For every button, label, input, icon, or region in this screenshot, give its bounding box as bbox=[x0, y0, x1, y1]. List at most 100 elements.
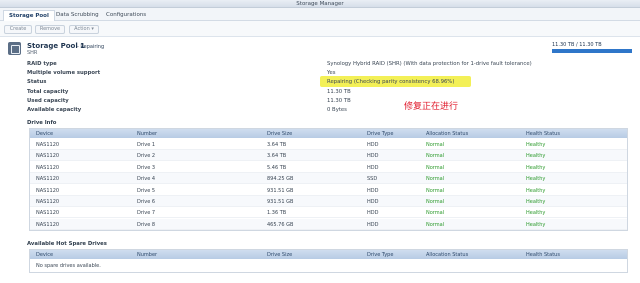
col-device[interactable]: Device bbox=[36, 252, 53, 258]
col-device[interactable]: Device bbox=[36, 131, 53, 137]
cell-device: NAS1120 bbox=[36, 221, 60, 228]
total-capacity-label: Total capacity bbox=[27, 89, 69, 95]
available-capacity-label: Available capacity bbox=[27, 107, 82, 113]
multi-volume-value: Yes bbox=[327, 70, 336, 76]
available-capacity-value: 0 Bytes bbox=[327, 107, 347, 113]
status-value: Repairing (Checking parity consistency 6… bbox=[327, 79, 455, 85]
cell-device: NAS1120 bbox=[36, 142, 60, 148]
cell-device: NAS1120 bbox=[36, 164, 60, 171]
col-drive-type[interactable]: Drive Type bbox=[367, 252, 393, 258]
table-row[interactable]: NAS1120 Drive 5 931.51 GB HDD Normal Healthy bbox=[30, 185, 627, 196]
cell-allocation-status: Normal bbox=[426, 187, 445, 194]
action-label: Action bbox=[74, 26, 90, 32]
tab-data-scrubbing[interactable]: Data Scrubbing bbox=[51, 10, 104, 21]
cell-drive-type: HDD bbox=[367, 142, 379, 148]
cell-drive-size: 5.46 TB bbox=[267, 164, 287, 171]
chevron-down-icon: ▾ bbox=[91, 26, 94, 32]
repair-in-progress-annotation: 修复正在进行 bbox=[404, 102, 459, 112]
cell-drive-type: HDD bbox=[367, 210, 379, 217]
cell-number: Drive 2 bbox=[137, 153, 156, 160]
hot-spare-table: Device Number Drive Size Drive Type Allo… bbox=[29, 249, 628, 273]
storage-pool-icon bbox=[8, 42, 21, 55]
col-number[interactable]: Number bbox=[137, 131, 157, 137]
col-drive-size[interactable]: Drive Size bbox=[267, 131, 292, 137]
col-allocation-status[interactable]: Allocation Status bbox=[426, 131, 468, 137]
cell-allocation-status: Normal bbox=[426, 199, 445, 205]
col-allocation-status[interactable]: Allocation Status bbox=[426, 252, 468, 258]
cell-number: Drive 4 bbox=[137, 176, 156, 183]
cell-allocation-status: Normal bbox=[426, 176, 445, 183]
table-row[interactable]: NAS1120 Drive 4 894.25 GB SSD Normal Healthy bbox=[30, 173, 627, 185]
cell-device: NAS1120 bbox=[36, 199, 60, 205]
pool-status: - Repairing bbox=[77, 44, 105, 50]
remove-button[interactable]: Remove bbox=[35, 25, 65, 34]
total-capacity-value: 11.30 TB bbox=[327, 89, 351, 95]
table-row[interactable]: NAS1120 Drive 6 931.51 GB HDD Normal Healthy bbox=[30, 196, 627, 207]
cell-drive-size: 931.51 GB bbox=[267, 187, 294, 194]
cell-health-status: Healthy bbox=[526, 164, 546, 171]
cell-health-status: Healthy bbox=[526, 153, 546, 160]
table-row[interactable]: NAS1120 Drive 2 3.64 TB HDD Normal Healthy bbox=[30, 150, 627, 162]
cell-drive-size: 931.51 GB bbox=[267, 199, 294, 205]
action-button[interactable]: Action ▾ bbox=[69, 25, 99, 34]
cell-number: Drive 5 bbox=[137, 187, 156, 194]
cell-allocation-status: Normal bbox=[426, 210, 445, 217]
cell-device: NAS1120 bbox=[36, 210, 60, 217]
tab-configurations[interactable]: Configurations bbox=[101, 10, 151, 21]
cell-drive-size: 1.36 TB bbox=[267, 210, 287, 217]
cell-device: NAS1120 bbox=[36, 153, 60, 160]
cell-drive-size: 894.25 GB bbox=[267, 176, 294, 183]
cell-health-status: Healthy bbox=[526, 210, 546, 217]
capacity-bar bbox=[552, 49, 632, 53]
multi-volume-label: Multiple volume support bbox=[27, 70, 101, 76]
drive-info-header: Device Number Drive Size Drive Type Allo… bbox=[30, 129, 627, 138]
status-label: Status bbox=[27, 79, 47, 85]
create-button[interactable]: Create bbox=[4, 25, 32, 34]
hot-spare-title: Available Hot Spare Drives bbox=[27, 241, 107, 247]
col-number[interactable]: Number bbox=[137, 252, 157, 258]
cell-number: Drive 3 bbox=[137, 164, 156, 171]
cell-health-status: Healthy bbox=[526, 199, 546, 205]
col-drive-type[interactable]: Drive Type bbox=[367, 131, 393, 137]
cell-number: Drive 8 bbox=[137, 221, 156, 228]
cell-drive-type: HDD bbox=[367, 187, 379, 194]
hot-spare-header: Device Number Drive Size Drive Type Allo… bbox=[30, 250, 627, 259]
cell-health-status: Healthy bbox=[526, 176, 546, 183]
tab-bar: Storage Pool Data Scrubbing Configuratio… bbox=[0, 8, 640, 21]
hot-spare-empty-text: No spare drives available. bbox=[36, 263, 101, 269]
cell-device: NAS1120 bbox=[36, 187, 60, 194]
cell-health-status: Healthy bbox=[526, 221, 546, 228]
pool-raid-short: SHR bbox=[27, 50, 38, 56]
cell-number: Drive 1 bbox=[137, 142, 156, 148]
drive-info-title: Drive Info bbox=[27, 120, 57, 126]
cell-drive-type: SSD bbox=[367, 176, 378, 183]
cell-health-status: Healthy bbox=[526, 187, 546, 194]
used-capacity-label: Used capacity bbox=[27, 98, 69, 104]
cell-allocation-status: Normal bbox=[426, 142, 445, 148]
capacity-text: 11.30 TB / 11.30 TB bbox=[552, 42, 602, 48]
tab-storage-pool[interactable]: Storage Pool bbox=[3, 10, 55, 21]
table-row[interactable]: NAS1120 Drive 8 465.76 GB HDD Normal Healthy bbox=[30, 218, 627, 230]
cell-drive-type: HDD bbox=[367, 199, 379, 205]
window-title: Storage Manager bbox=[296, 1, 344, 7]
raid-type-label: RAID type bbox=[27, 61, 57, 67]
capacity-bar-fill bbox=[552, 49, 632, 53]
table-row[interactable]: NAS1120 Drive 1 3.64 TB HDD Normal Healthy bbox=[30, 139, 627, 150]
cell-drive-type: HDD bbox=[367, 221, 379, 228]
col-drive-size[interactable]: Drive Size bbox=[267, 252, 292, 258]
cell-number: Drive 7 bbox=[137, 210, 156, 217]
cell-drive-type: HDD bbox=[367, 153, 379, 160]
col-health-status[interactable]: Health Status bbox=[526, 252, 560, 258]
drive-info-table: Device Number Drive Size Drive Type Allo… bbox=[29, 128, 628, 231]
cell-allocation-status: Normal bbox=[426, 164, 445, 171]
toolbar: Create Remove Action ▾ bbox=[0, 21, 640, 37]
table-row[interactable]: NAS1120 Drive 3 5.46 TB HDD Normal Healthy bbox=[30, 162, 627, 173]
used-capacity-value: 11.30 TB bbox=[327, 98, 351, 104]
table-row[interactable]: NAS1120 Drive 7 1.36 TB HDD Normal Healthy bbox=[30, 207, 627, 219]
raid-type-value: Synology Hybrid RAID (SHR) (With data pr… bbox=[327, 61, 532, 67]
window-titlebar: Storage Manager bbox=[0, 0, 640, 8]
cell-number: Drive 6 bbox=[137, 199, 156, 205]
cell-drive-type: HDD bbox=[367, 164, 379, 171]
cell-allocation-status: Normal bbox=[426, 153, 445, 160]
col-health-status[interactable]: Health Status bbox=[526, 131, 560, 137]
